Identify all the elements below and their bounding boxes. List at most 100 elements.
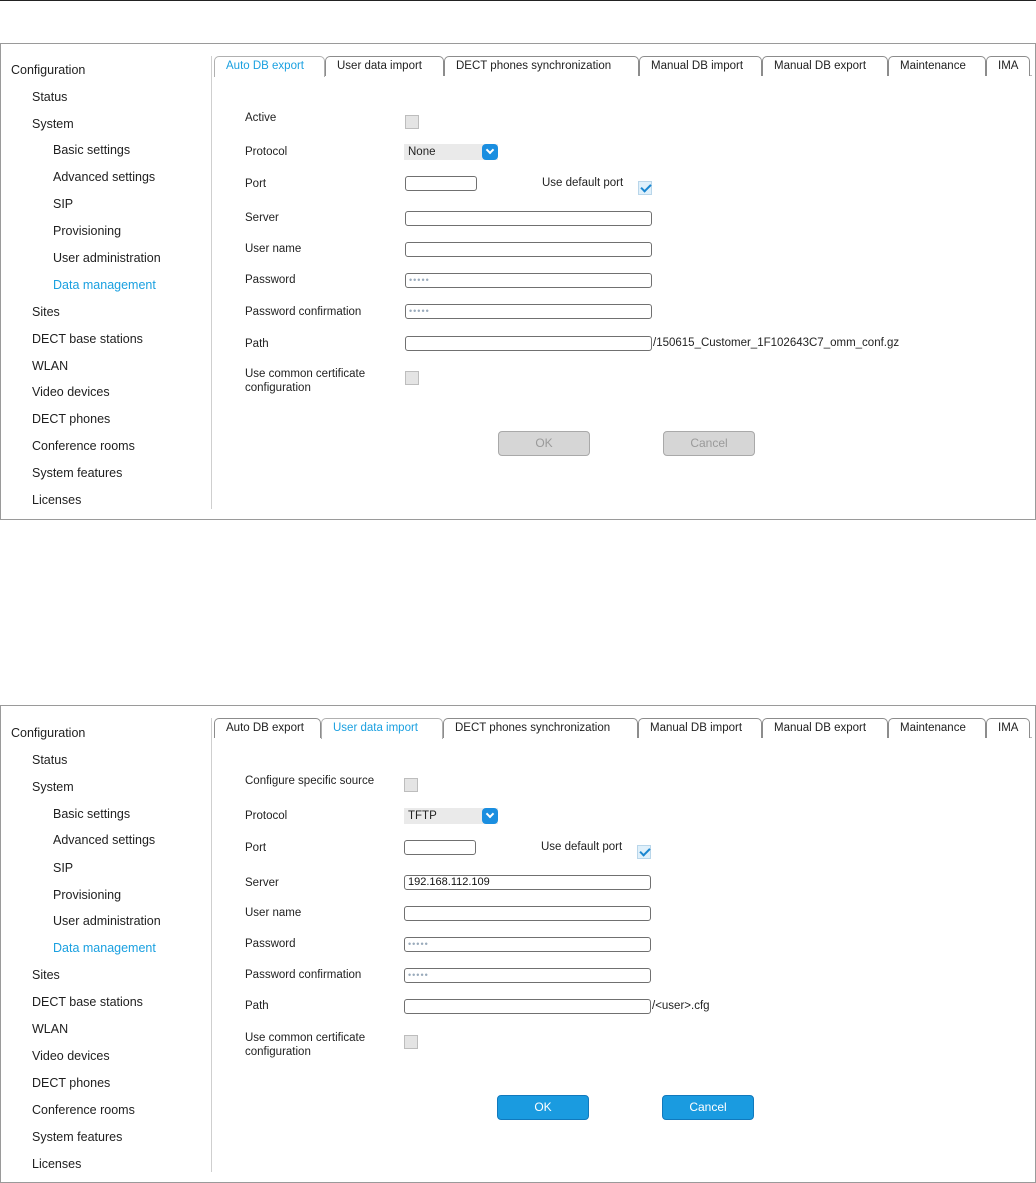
sidebar-item-user-administration[interactable]: User administration [53,914,161,928]
sidebar-item-dect-phones[interactable]: DECT phones [32,412,110,426]
tab-manual-db-import[interactable]: Manual DB import [639,56,762,76]
tab-user-data-import[interactable]: User data import [321,718,443,739]
sidebar-item-sip[interactable]: SIP [53,197,73,211]
tab-maintenance[interactable]: Maintenance [888,718,986,738]
tab-user-data-import[interactable]: User data import [325,56,444,76]
active-label: Active [245,112,277,124]
sidebar-item-status[interactable]: Status [32,90,67,104]
sidebar: Configuration Status System Basic settin… [1,706,212,1182]
path-label: Path [245,1000,269,1012]
certificate-label-line1: Use common certificate [245,368,366,380]
password-confirmation-input[interactable]: ••••• [404,968,651,983]
sidebar-item-dect-base-stations[interactable]: DECT base stations [32,332,143,346]
certificate-label-line2: configuration [245,382,311,394]
sidebar-item-video-devices[interactable]: Video devices [32,1049,110,1063]
tab-auto-db-export[interactable]: Auto DB export [214,56,325,77]
username-label: User name [245,243,302,255]
sidebar-item-dect-phones[interactable]: DECT phones [32,1076,110,1090]
sidebar-divider [211,56,212,509]
certificate-checkbox[interactable] [405,371,419,385]
sidebar-item-advanced-settings[interactable]: Advanced settings [53,833,155,847]
sidebar-item-basic-settings[interactable]: Basic settings [53,143,130,157]
port-label: Port [245,178,267,190]
sidebar-item-conference-rooms[interactable]: Conference rooms [32,1103,135,1117]
sidebar-item-system-features[interactable]: System features [32,1130,122,1144]
sidebar-item-conference-rooms[interactable]: Conference rooms [32,439,135,453]
protocol-select[interactable]: TFTP [404,808,498,824]
password-confirmation-input[interactable]: ••••• [405,304,652,319]
sidebar-item-video-devices[interactable]: Video devices [32,385,110,399]
sidebar-item-sites[interactable]: Sites [32,968,60,982]
sidebar: Configuration Status System Basic settin… [1,44,212,519]
server-label: Server [245,212,279,224]
certificate-checkbox[interactable] [404,1035,418,1049]
sidebar-item-configuration[interactable]: Configuration [11,63,85,77]
password-label: Password [245,938,296,950]
use-default-port-checkbox[interactable] [638,181,652,195]
protocol-label: Protocol [245,810,288,822]
tab-dect-phones-synchronization[interactable]: DECT phones synchronization [443,718,638,738]
sidebar-item-system[interactable]: System [32,117,74,131]
certificate-label-line1: Use common certificate [245,1032,366,1044]
username-label: User name [245,907,302,919]
username-input[interactable] [405,242,652,257]
chevron-down-icon[interactable] [482,144,498,160]
tab-maintenance[interactable]: Maintenance [888,56,986,76]
use-default-port-label: Use default port [542,177,624,189]
path-input[interactable] [404,999,651,1014]
sidebar-item-wlan[interactable]: WLAN [32,359,68,373]
password-input[interactable]: ••••• [404,937,651,952]
use-default-port-label: Use default port [541,841,623,853]
tab-bar: Auto DB export User data import DECT pho… [214,56,1032,77]
port-input[interactable] [405,176,477,191]
sidebar-item-data-management[interactable]: Data management [53,941,156,955]
protocol-label: Protocol [245,146,288,158]
tab-ima[interactable]: IMA [986,56,1030,76]
sidebar-item-licenses[interactable]: Licenses [32,493,81,507]
sidebar-item-wlan[interactable]: WLAN [32,1022,68,1036]
sidebar-item-system[interactable]: System [32,780,74,794]
cancel-button[interactable]: Cancel [663,431,755,456]
sidebar-item-provisioning[interactable]: Provisioning [53,888,121,902]
use-default-port-checkbox[interactable] [637,845,651,859]
configure-specific-source-checkbox[interactable] [404,778,418,792]
sidebar-item-provisioning[interactable]: Provisioning [53,224,121,238]
tab-manual-db-export[interactable]: Manual DB export [762,56,888,76]
password-confirmation-label: Password confirmation [245,306,362,318]
certificate-label-line2: configuration [245,1046,311,1058]
active-checkbox[interactable] [405,115,419,129]
sidebar-item-licenses[interactable]: Licenses [32,1157,81,1171]
ok-button[interactable]: OK [498,431,590,456]
username-input[interactable] [404,906,651,921]
sidebar-item-configuration[interactable]: Configuration [11,726,85,740]
cancel-button[interactable]: Cancel [662,1095,754,1120]
tab-dect-phones-synchronization[interactable]: DECT phones synchronization [444,56,639,76]
sidebar-item-basic-settings[interactable]: Basic settings [53,807,130,821]
protocol-select[interactable]: None [404,144,498,160]
protocol-value: None [408,146,436,158]
sidebar-item-sites[interactable]: Sites [32,305,60,319]
password-input[interactable]: ••••• [405,273,652,288]
sidebar-item-advanced-settings[interactable]: Advanced settings [53,170,155,184]
sidebar-item-data-management[interactable]: Data management [53,278,156,292]
tab-manual-db-import[interactable]: Manual DB import [638,718,762,738]
path-suffix: /<user>.cfg [652,1000,710,1012]
port-input[interactable] [404,840,476,855]
ok-button[interactable]: OK [497,1095,589,1120]
protocol-value: TFTP [408,810,437,822]
tab-manual-db-export[interactable]: Manual DB export [762,718,888,738]
path-input[interactable] [405,336,652,351]
tab-auto-db-export[interactable]: Auto DB export [214,718,321,738]
sidebar-item-system-features[interactable]: System features [32,466,122,480]
chevron-down-icon[interactable] [482,808,498,824]
sidebar-divider [211,718,212,1172]
port-label: Port [245,842,267,854]
sidebar-item-status[interactable]: Status [32,753,67,767]
tab-ima[interactable]: IMA [986,718,1030,738]
server-input[interactable]: 192.168.112.109 [404,875,651,890]
configure-specific-source-label: Configure specific source [245,775,375,787]
server-input[interactable] [405,211,652,226]
sidebar-item-dect-base-stations[interactable]: DECT base stations [32,995,143,1009]
sidebar-item-sip[interactable]: SIP [53,861,73,875]
sidebar-item-user-administration[interactable]: User administration [53,251,161,265]
